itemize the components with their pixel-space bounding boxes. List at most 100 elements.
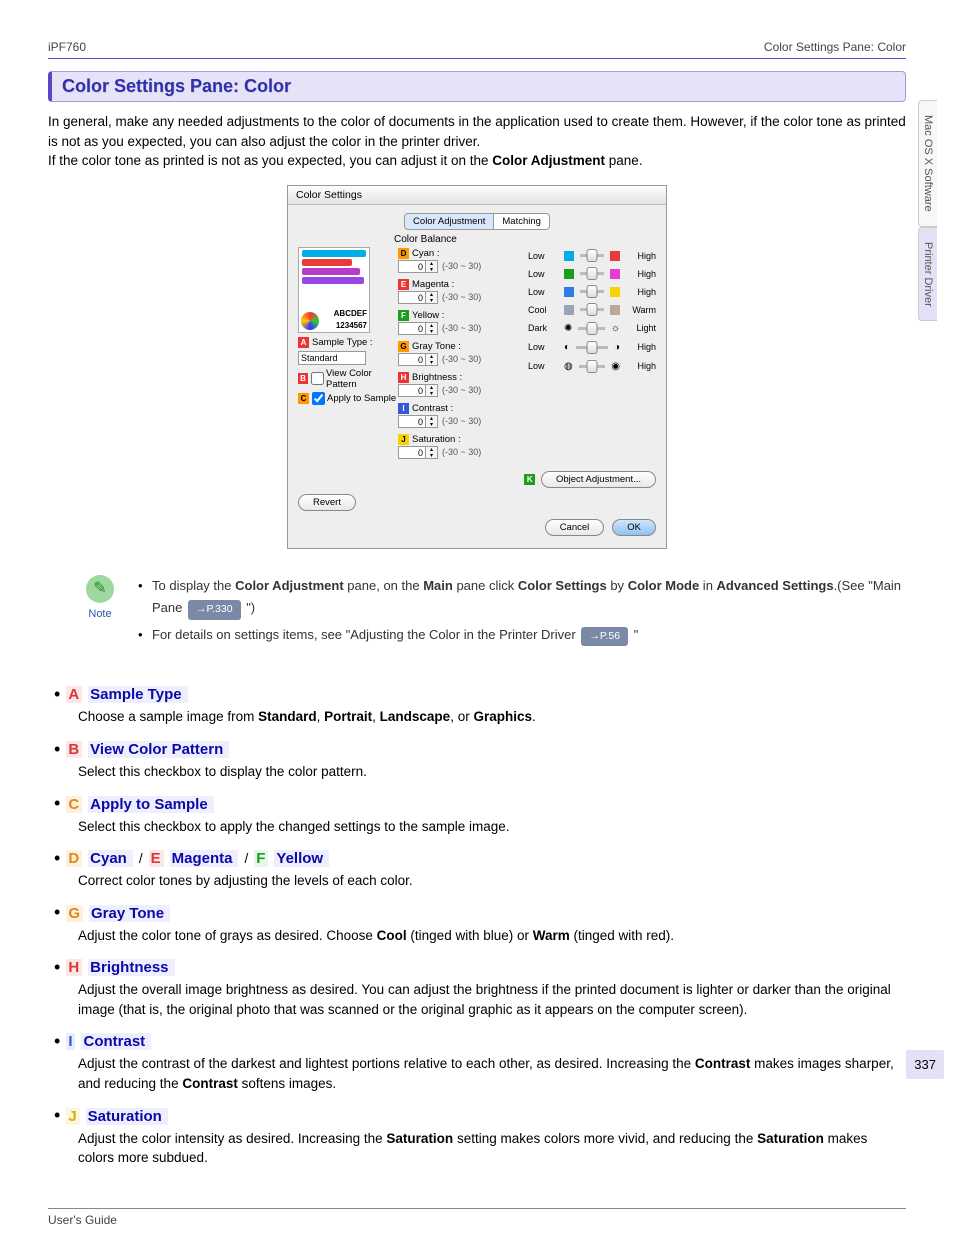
tag-h: H bbox=[398, 372, 409, 383]
item-j-desc: Adjust the color intensity as desired. I… bbox=[78, 1129, 906, 1168]
slider-lo-2: Low bbox=[528, 287, 564, 297]
slider-hi-1: High bbox=[620, 269, 656, 279]
slider-lo-0: Low bbox=[528, 251, 564, 261]
item-j-header: •JSaturation bbox=[54, 1108, 906, 1125]
view-pattern-label: View Color Pattern bbox=[326, 368, 398, 390]
spin-buttons-1[interactable]: ▴▾ bbox=[426, 291, 438, 304]
tag-i: I bbox=[398, 403, 409, 414]
header-left: iPF760 bbox=[48, 40, 86, 54]
sidebar-tab-macos[interactable]: Mac OS X Software bbox=[918, 100, 937, 227]
spin-range-0: (-30 ~ 30) bbox=[442, 261, 481, 271]
sidebar-tab-printer-driver[interactable]: Printer Driver bbox=[918, 227, 937, 322]
item-c-desc: Select this checkbox to apply the change… bbox=[78, 817, 906, 837]
spin-input-5[interactable]: 0 bbox=[398, 415, 426, 428]
spin-buttons-0[interactable]: ▴▾ bbox=[426, 260, 438, 273]
tag-j: J bbox=[398, 434, 409, 445]
page-number: 337 bbox=[906, 1050, 944, 1079]
slider-1[interactable] bbox=[580, 272, 604, 275]
note-icon: ✎ bbox=[86, 575, 114, 603]
item-b-header: •BView Color Pattern bbox=[54, 741, 906, 758]
section-title: Color Settings Pane: Color bbox=[62, 76, 895, 97]
item-def-desc: Correct color tones by adjusting the lev… bbox=[78, 871, 906, 891]
item-h-desc: Adjust the overall image brightness as d… bbox=[78, 980, 906, 1019]
slider-4[interactable] bbox=[578, 327, 604, 330]
intro-p2b: Color Adjustment bbox=[492, 153, 605, 168]
slider-2[interactable] bbox=[580, 290, 604, 293]
spin-buttons-3[interactable]: ▴▾ bbox=[426, 353, 438, 366]
tab-color-adjustment[interactable]: Color Adjustment bbox=[404, 213, 494, 230]
revert-button[interactable]: Revert bbox=[298, 494, 356, 511]
spin-input-2[interactable]: 0 bbox=[398, 322, 426, 335]
tag-f: F bbox=[398, 310, 409, 321]
intro-text: In general, make any needed adjustments … bbox=[48, 112, 906, 171]
object-adjustment-button[interactable]: Object Adjustment... bbox=[541, 471, 656, 488]
tag-b: B bbox=[298, 373, 308, 384]
slider-lo-4: Dark bbox=[528, 323, 564, 333]
tag-e: E bbox=[398, 279, 409, 290]
spin-buttons-5[interactable]: ▴▾ bbox=[426, 415, 438, 428]
item-def-header: • DCyan / EMagenta / FYellow bbox=[54, 850, 906, 867]
spin-buttons-2[interactable]: ▴▾ bbox=[426, 322, 438, 335]
spin-input-6[interactable]: 0 bbox=[398, 446, 426, 459]
slider-3[interactable] bbox=[580, 308, 604, 311]
tag-d: D bbox=[398, 248, 409, 259]
item-b-desc: Select this checkbox to display the colo… bbox=[78, 762, 906, 782]
footer-text: User's Guide bbox=[48, 1213, 906, 1227]
spin-range-1: (-30 ~ 30) bbox=[442, 292, 481, 302]
note-item-1: To display the Color Adjustment pane, on… bbox=[138, 575, 906, 620]
tag-a: A bbox=[298, 337, 309, 348]
item-a-desc: Choose a sample image from Standard, Por… bbox=[78, 707, 906, 727]
note-label: Note bbox=[88, 608, 111, 620]
slider-6[interactable] bbox=[579, 365, 606, 368]
spin-input-1[interactable]: 0 bbox=[398, 291, 426, 304]
group-color-balance: Color Balance bbox=[394, 234, 656, 245]
param-label-Brightness :: Brightness : bbox=[412, 372, 462, 383]
slider-5[interactable] bbox=[576, 346, 608, 349]
spin-buttons-4[interactable]: ▴▾ bbox=[426, 384, 438, 397]
slider-hi-3: Warm bbox=[620, 305, 656, 315]
view-color-pattern-checkbox[interactable] bbox=[311, 372, 324, 385]
apply-sample-label: Apply to Sample bbox=[327, 393, 396, 404]
apply-to-sample-checkbox[interactable] bbox=[312, 392, 325, 405]
item-h-header: •HBrightness bbox=[54, 959, 906, 976]
preview-text: ABCDEF bbox=[334, 309, 367, 318]
sample-type-select[interactable]: Standard bbox=[298, 351, 366, 365]
slider-hi-5: High bbox=[620, 342, 656, 352]
param-label-Yellow :: Yellow : bbox=[412, 310, 444, 321]
slider-hi-6: High bbox=[620, 361, 656, 371]
slider-hi-4: Light bbox=[620, 323, 656, 333]
tag-g: G bbox=[398, 341, 409, 352]
item-i-desc: Adjust the contrast of the darkest and l… bbox=[78, 1054, 906, 1093]
spin-input-3[interactable]: 0 bbox=[398, 353, 426, 366]
item-g-header: •GGray Tone bbox=[54, 905, 906, 922]
slider-0[interactable] bbox=[580, 254, 604, 257]
spin-input-4[interactable]: 0 bbox=[398, 384, 426, 397]
ok-button[interactable]: OK bbox=[612, 519, 656, 536]
item-a-header: •ASample Type bbox=[54, 686, 906, 703]
slider-lo-5: Low bbox=[528, 342, 564, 352]
tag-k: K bbox=[524, 474, 535, 485]
param-label-Cyan :: Cyan : bbox=[412, 248, 439, 259]
spin-input-0[interactable]: 0 bbox=[398, 260, 426, 273]
slider-lo-1: Low bbox=[528, 269, 564, 279]
link-p330[interactable]: →P.330 bbox=[188, 600, 241, 620]
slider-lo-3: Cool bbox=[528, 305, 564, 315]
param-label-Contrast :: Contrast : bbox=[412, 403, 453, 414]
cancel-button[interactable]: Cancel bbox=[545, 519, 605, 536]
tag-c: C bbox=[298, 393, 309, 404]
sample-type-label: Sample Type : bbox=[312, 337, 373, 348]
slider-lo-6: Low bbox=[528, 361, 564, 371]
intro-p2a: If the color tone as printed is not as y… bbox=[48, 153, 492, 168]
link-p56[interactable]: →P.56 bbox=[581, 627, 628, 647]
preview-num: 1234567 bbox=[336, 321, 367, 330]
intro-p2c: pane. bbox=[605, 153, 643, 168]
footer-rule bbox=[48, 1208, 906, 1209]
spin-range-6: (-30 ~ 30) bbox=[442, 447, 481, 457]
tab-matching[interactable]: Matching bbox=[494, 213, 550, 230]
param-label-Magenta :: Magenta : bbox=[412, 279, 454, 290]
color-settings-dialog: Color Settings Color AdjustmentMatching … bbox=[287, 185, 667, 549]
item-g-desc: Adjust the color tone of grays as desire… bbox=[78, 926, 906, 946]
header-right: Color Settings Pane: Color bbox=[764, 40, 906, 54]
spin-buttons-6[interactable]: ▴▾ bbox=[426, 446, 438, 459]
param-label-Gray Tone :: Gray Tone : bbox=[412, 341, 461, 352]
